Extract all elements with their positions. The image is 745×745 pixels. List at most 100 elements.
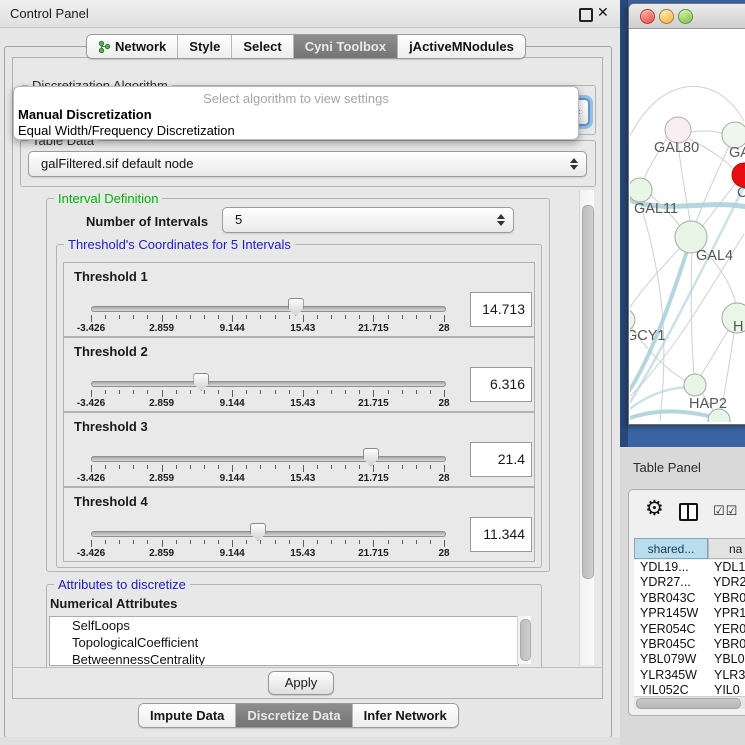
table-horizontal-scrollbar[interactable] [634,696,745,709]
slider-tick [246,390,247,394]
tab-jactivemnodules[interactable]: jActiveMNodules [398,35,525,58]
settings-scrollbar[interactable] [579,190,594,665]
cell-shared-name: YBR045C [634,637,708,652]
slider-tick [218,465,219,469]
slider-tick [388,540,389,544]
table-row[interactable]: YIL052CYIL0 [634,683,745,696]
tab-select[interactable]: Select [232,35,293,58]
slider-track[interactable] [91,306,446,312]
table-row[interactable]: YBR043CYBR0 [634,591,745,606]
slider-handle[interactable] [363,448,379,466]
table-row[interactable]: YBR045CYBR0 [634,637,745,652]
cell-shared-name: YDL19... [634,560,708,575]
tab-impute-data[interactable]: Impute Data [139,704,236,727]
slider-tick [444,465,445,472]
network-window-titlebar[interactable] [629,4,745,29]
table-row[interactable]: YPR145WYPR1 [634,606,745,621]
scrollbar-thumb[interactable] [636,698,741,709]
slider-track[interactable] [91,531,446,537]
column-header-na[interactable]: na [708,538,745,559]
tab-label: Select [243,35,281,58]
slider-tick [91,465,92,472]
num-intervals-combobox[interactable]: 5 [222,207,514,233]
tab-discretize-data[interactable]: Discretize Data [236,704,352,727]
network-node-gal11[interactable] [630,178,652,202]
slider-handle[interactable] [193,373,209,391]
table-row[interactable]: YDL19...YDL1 [634,560,745,575]
network-canvas[interactable]: GAL80GACGAL11GAL4GCY1HHAP2 [630,29,745,422]
tab-label: Cyni Toolbox [305,35,386,58]
slider-tick [275,540,276,544]
network-icon [98,40,111,53]
column-header-shared-[interactable]: shared... [634,538,708,559]
apply-button[interactable]: Apply [268,671,334,695]
slider-handle[interactable] [288,298,304,316]
gear-icon[interactable]: ⚙ [645,496,664,521]
table-row[interactable]: YBL079WYBL0 [634,652,745,667]
slider-tick [147,540,148,544]
threshold-1-value-field[interactable]: 14.713 [470,292,532,327]
slider-tick [162,540,163,547]
minimize-traffic-light-icon[interactable] [659,9,674,24]
scrollbar-thumb[interactable] [582,205,594,579]
attribute-item-selfloops[interactable]: SelfLoops [50,617,518,634]
num-intervals-label: Number of Intervals [86,214,208,229]
close-icon[interactable]: ✕ [597,4,609,21]
slider-track[interactable] [91,456,446,462]
network-node-hap2[interactable] [684,374,706,396]
zoom-traffic-light-icon[interactable] [678,9,693,24]
slider-track[interactable] [91,381,446,387]
slider-tick-label: 21.715 [358,398,389,409]
cell-shared-name: YIL052C [634,683,708,696]
table-row[interactable]: YDR27...YDR2 [634,575,745,590]
cell-shared-name: YDR27... [634,575,707,590]
threshold-3-panel: Threshold 3 21.4 -3.4262.8599.14415.4321… [63,412,535,487]
tab-network[interactable]: Network [87,35,178,58]
dropdown-item-equal-width-frequency[interactable]: Equal Width/Frequency Discretization [18,123,235,138]
numerical-attributes-list[interactable]: SelfLoopsTopologicalCoefficientBetweenne… [49,616,519,666]
threshold-4-value-field[interactable]: 11.344 [470,517,532,552]
threshold-1-panel: Threshold 1 14.713 -3.4262.8599.14415.43… [63,262,535,337]
network-node-node-red[interactable] [732,163,745,187]
slider-tick [119,465,120,469]
table-data-combobox[interactable]: galFiltered.sif default node [28,151,587,177]
slider-tick [416,315,417,319]
checkbox-icons[interactable]: ☑☑ [713,503,738,519]
attributes-list-scrollbar[interactable] [517,616,531,664]
slider-tick [303,540,304,547]
dropdown-item-manual-discretization[interactable]: Manual Discretization [18,107,152,122]
slider-tick [345,390,346,394]
slider-tick [232,315,233,322]
slider-tick [176,315,177,319]
slider-tick [260,390,261,394]
slider-tick-label: 28 [438,398,449,409]
close-traffic-light-icon[interactable] [640,9,655,24]
columns-icon[interactable] [679,503,698,521]
node-label-c: C [737,185,745,201]
scrollbar-thumb[interactable] [520,619,531,661]
slider-tick [147,465,148,469]
table-rows[interactable]: YDL19...YDL1YDR27...YDR2YBR043CYBR0YPR14… [634,560,745,696]
slider-handle[interactable] [250,523,266,541]
network-view-window[interactable]: GAL80GACGAL11GAL4GCY1HHAP2 [628,3,745,425]
node-label-gal4: GAL4 [696,248,733,264]
tab-label: jActiveMNodules [409,35,514,58]
slider-tick [444,540,445,547]
slider-tick [176,465,177,469]
attribute-item-betweennesscentrality[interactable]: BetweennessCentrality [50,651,518,666]
slider-tick [402,540,403,544]
float-window-icon[interactable] [579,8,593,22]
threshold-3-value-field[interactable]: 21.4 [470,442,532,477]
slider-tick [317,390,318,394]
tab-cyni-toolbox[interactable]: Cyni Toolbox [294,35,398,58]
slider-tick-label: 21.715 [358,548,389,559]
slider-tick [303,315,304,322]
tab-infer-network[interactable]: Infer Network [353,704,458,727]
threshold-2-value-field[interactable]: 6.316 [470,367,532,402]
table-row[interactable]: YER054CYER0 [634,622,745,637]
slider-tick [331,540,332,544]
table-row[interactable]: YLR345WYLR3 [634,668,745,683]
slider-tick [331,465,332,469]
tab-style[interactable]: Style [178,35,232,58]
attribute-item-topologicalcoefficient[interactable]: TopologicalCoefficient [50,634,518,651]
